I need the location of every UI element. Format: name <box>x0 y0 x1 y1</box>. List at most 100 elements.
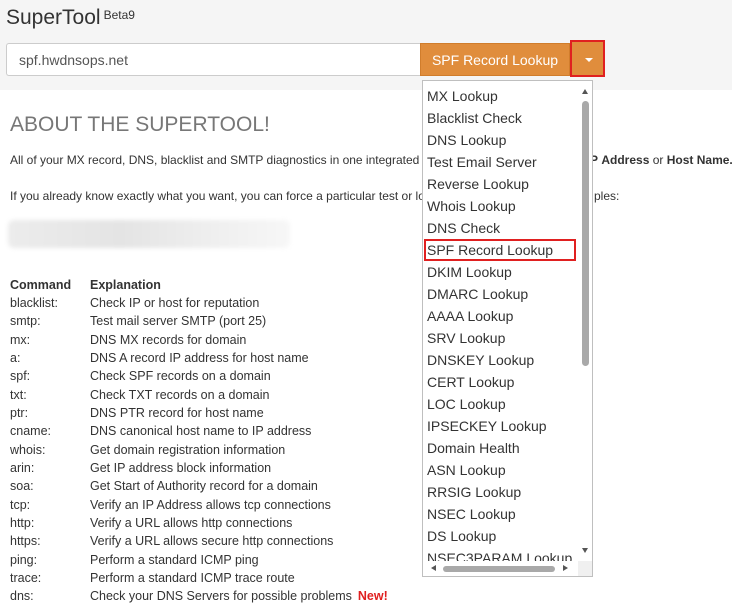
dropdown-item[interactable]: DNSKEY Lookup <box>423 349 578 371</box>
dropdown-item[interactable]: LOC Lookup <box>423 393 578 415</box>
table-row: soa: Get Start of Authority record for a … <box>10 477 388 495</box>
command-explanation: Get IP address block information <box>90 459 388 477</box>
about-title: ABOUT THE SUPERTOOL! <box>10 113 270 136</box>
dropdown-item[interactable]: Domain Health <box>423 437 578 459</box>
scroll-down-arrow-icon[interactable] <box>582 548 588 553</box>
command-name: ping: <box>10 552 38 567</box>
dropdown-item[interactable]: DS Lookup <box>423 525 578 547</box>
dropdown-item[interactable]: DKIM Lookup <box>423 261 578 283</box>
command-name: blacklist: <box>10 296 58 311</box>
dropdown-item[interactable]: MX Lookup <box>423 85 578 107</box>
command-explanation: Verify a URL allows http connections <box>90 514 388 532</box>
command-name: https: <box>10 534 41 549</box>
dropdown-item[interactable]: SRV Lookup <box>423 327 578 349</box>
dropdown-item[interactable]: DNS Lookup <box>423 129 578 151</box>
command-table-header: Command Explanation <box>10 276 388 294</box>
command-name: spf: <box>10 369 31 384</box>
command-explanation: Check your DNS Servers for possible prob… <box>90 587 388 605</box>
horizontal-scrollbar[interactable] <box>423 561 578 576</box>
lookup-dropdown-menu[interactable]: MX Lookup Blacklist Check DNS Lookup Test E… <box>422 80 593 577</box>
dropdown-item[interactable]: NSEC Lookup <box>423 503 578 525</box>
table-row: ptr: DNS PTR record for host name <box>10 404 388 422</box>
command-explanation-text: Check SPF records on a domain <box>90 369 271 384</box>
command-name: http: <box>10 516 35 531</box>
dropdown-item[interactable]: RRSIG Lookup <box>423 481 578 503</box>
command-explanation-text: DNS canonical host name to IP address <box>90 424 312 439</box>
table-row: mx: DNS MX records for domain <box>10 331 388 349</box>
intro-text: All of your MX record, DNS, blacklist an… <box>10 153 419 167</box>
table-row: arin: Get IP address block information <box>10 459 388 477</box>
command-name: a: <box>10 351 21 366</box>
command-explanation: Perform a standard ICMP trace route <box>90 569 388 587</box>
dropdown-item[interactable]: CERT Lookup <box>423 371 578 393</box>
dropdown-item[interactable]: ASN Lookup <box>423 459 578 481</box>
vertical-scroll-thumb[interactable] <box>582 101 589 366</box>
command-name: tcp: <box>10 497 31 512</box>
command-explanation-text: Perform a standard ICMP ping <box>90 552 259 567</box>
table-row: cname: DNS canonical host name to IP addr… <box>10 422 388 440</box>
command-name: dns: <box>10 589 34 604</box>
command-explanation: Check IP or host for reputation <box>90 294 388 312</box>
command-name: cname: <box>10 424 51 439</box>
lookup-button[interactable]: SPF Record Lookup <box>420 43 570 76</box>
dropdown-item[interactable]: DMARC Lookup <box>423 283 578 305</box>
command-explanation: Check TXT records on a domain <box>90 386 388 404</box>
scroll-up-arrow-icon[interactable] <box>582 89 588 94</box>
command-explanation: Verify a URL allows secure http connecti… <box>90 532 388 550</box>
dropdown-list: MX Lookup Blacklist Check DNS Lookup Test E… <box>423 85 578 569</box>
command-explanation-text: Check IP or host for reputation <box>90 296 260 311</box>
command-explanation-text: Verify an IP Address allows tcp connecti… <box>90 497 331 512</box>
command-explanation: DNS A record IP address for host name <box>90 349 388 367</box>
search-input[interactable] <box>6 43 420 76</box>
table-row: http: Verify a URL allows http connection… <box>10 514 388 532</box>
col-command: Command <box>10 278 72 292</box>
table-row: trace: Perform a standard ICMP trace rout… <box>10 569 388 587</box>
dropdown-item[interactable]: AAAA Lookup <box>423 305 578 327</box>
command-name: ptr: <box>10 406 29 421</box>
command-name: soa: <box>10 479 34 494</box>
command-explanation: DNS canonical host name to IP address <box>90 422 388 440</box>
brand-version: Beta9 <box>103 8 135 22</box>
header: SuperToolBeta9 SPF Record Lookup <box>0 0 732 90</box>
intro-address: Address <box>601 153 650 167</box>
intro-prefix: All of your MX record, DNS, blacklist an… <box>10 153 420 167</box>
lookup-dropdown-toggle[interactable] <box>570 40 605 77</box>
command-name: whois: <box>10 442 46 457</box>
command-explanation: Check SPF records on a domain <box>90 367 388 385</box>
command-name: trace: <box>10 571 42 586</box>
dropdown-item[interactable]: IPSECKEY Lookup <box>423 415 578 437</box>
command-explanation: DNS MX records for domain <box>90 331 388 349</box>
command-explanation-text: Verify a URL allows secure http connecti… <box>90 534 334 549</box>
command-explanation-text: Check your DNS Servers for possible prob… <box>90 589 352 604</box>
command-explanation-text: DNS MX records for domain <box>90 332 247 347</box>
scroll-left-arrow-icon[interactable] <box>431 565 436 571</box>
command-name: txt: <box>10 387 27 402</box>
dropdown-item[interactable]: Whois Lookup <box>423 195 578 217</box>
dropdown-item[interactable]: Blacklist Check <box>423 107 578 129</box>
command-explanation: DNS PTR record for host name <box>90 404 388 422</box>
table-row: tcp: Verify an IP Address allows tcp conn… <box>10 496 388 514</box>
caret-down-icon <box>585 58 593 62</box>
table-row: whois: Get domain registration informatio… <box>10 441 388 459</box>
table-row: blacklist: Check IP or host for reputatio… <box>10 294 388 312</box>
dropdown-item-selected[interactable]: SPF Record Lookup <box>424 239 576 261</box>
scroll-right-arrow-icon[interactable] <box>563 565 568 571</box>
intro-or: or <box>652 153 664 167</box>
table-row: a: DNS A record IP address for host name <box>10 349 388 367</box>
command-explanation-text: Get Start of Authority record for a doma… <box>90 479 318 494</box>
vertical-scrollbar[interactable] <box>578 81 592 561</box>
command-explanation-text: Verify a URL allows http connections <box>90 516 293 531</box>
command-explanation: Verify an IP Address allows tcp connecti… <box>90 496 388 514</box>
table-row: txt: Check TXT records on a domain <box>10 386 388 404</box>
horizontal-scroll-thumb[interactable] <box>443 566 555 572</box>
brand-name[interactable]: SuperTool <box>6 6 101 29</box>
dropdown-item[interactable]: Reverse Lookup <box>423 173 578 195</box>
force-text: If you already know exactly what you wan… <box>10 189 425 203</box>
dropdown-item[interactable]: Test Email Server <box>423 151 578 173</box>
command-explanation-text: Perform a standard ICMP trace route <box>90 571 295 586</box>
command-name: mx: <box>10 332 31 347</box>
command-explanation-text: Check TXT records on a domain <box>90 387 270 402</box>
col-explanation: Explanation <box>90 278 161 292</box>
table-row: ping: Perform a standard ICMP ping <box>10 551 388 569</box>
dropdown-item[interactable]: DNS Check <box>423 217 578 239</box>
